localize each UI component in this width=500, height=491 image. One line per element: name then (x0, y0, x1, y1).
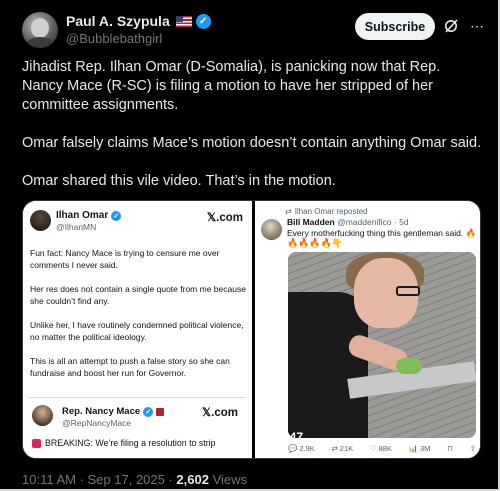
grok-icon[interactable] (443, 18, 459, 34)
media-image-left[interactable]: Ilhan Omar ✓ @IlhanMN 𝕏.com Fun fact: Na… (23, 201, 252, 458)
quoted-post: Rep. Nancy Mace ✓ @RepNancyMace 𝕏.com BR… (29, 397, 246, 448)
reply-count: 💬 2.9K (288, 444, 315, 453)
tweet-paragraph: Jihadist Rep. Ilhan Omar (D-Somalia), is… (22, 59, 441, 113)
madden-name-row: Bill Madden @maddenifico · 5d (287, 217, 409, 227)
share-icon: ⇧ (469, 444, 476, 453)
x-com-logo: 𝕏.com (206, 212, 243, 224)
verified-badge-icon: ✓ (143, 406, 154, 417)
tweet-media[interactable]: Ilhan Omar ✓ @IlhanMN 𝕏.com Fun fact: Na… (22, 200, 481, 459)
omar-name-row: Ilhan Omar ✓ (56, 210, 122, 221)
omar-post-text: Fun fact: Nancy Mace is trying to censur… (30, 247, 246, 391)
repost-indicator: ⇄ Ilhan Omar reposted (285, 207, 368, 216)
more-options-icon[interactable]: ⋯ (469, 18, 485, 34)
repost-icon: ⇄ (285, 207, 292, 216)
author-name[interactable]: Paul A. Szypula (66, 13, 170, 29)
madden-action-bar: 💬 2.9K ⇄ 21K ♡ 88K 📊 3M ⊓ ⇧ (288, 444, 476, 453)
omar-avatar (30, 210, 51, 231)
avatar-head (31, 18, 49, 38)
author-handle[interactable]: @Bubblebathgirl (66, 31, 162, 46)
tweet-timestamp[interactable]: 10:11 AM · Sep 17, 2025 · (22, 472, 176, 487)
omar-paragraph: Unlike her, I have routinely condemned p… (30, 320, 244, 342)
author-name-row[interactable]: Paul A. Szypula ✓ (66, 13, 211, 29)
mace-handle: @RepNancyMace (62, 418, 132, 428)
avatar-body (26, 37, 54, 48)
us-flag-icon (175, 15, 192, 27)
like-count: ♡ 88K (369, 444, 392, 453)
omar-paragraph: Fun fact: Nancy Mace is trying to censur… (30, 248, 220, 270)
video-play-overlay[interactable]: 2:47 (264, 430, 303, 444)
tweet-body: Jihadist Rep. Ilhan Omar (D-Somalia), is… (22, 58, 482, 210)
bookmark-icon: ⊓ (447, 444, 453, 453)
views-label: Views (208, 472, 248, 487)
video-player[interactable] (288, 252, 476, 438)
mace-name-row: Rep. Nancy Mace ✓ (62, 406, 165, 417)
video-frame-person (288, 292, 368, 438)
omar-paragraph: This is all an attempt to push a false s… (30, 356, 230, 378)
fire-emojis: 🔥🔥🔥🔥👇 (287, 238, 344, 248)
verified-badge-icon: ✓ (111, 210, 122, 221)
repost-label: Ilhan Omar reposted (294, 207, 368, 216)
mace-name: Rep. Nancy Mace (62, 406, 141, 417)
omar-name: Ilhan Omar (56, 210, 109, 221)
madden-name: Bill Madden (287, 217, 335, 227)
mace-text: BREAKING: We’re filing a resolution to s… (45, 438, 216, 448)
madden-handle: @maddenifico · 5d (337, 217, 409, 227)
views-count: 2,602 (176, 472, 209, 487)
video-frame-glove (396, 358, 422, 374)
affiliation-badge-icon (156, 407, 165, 416)
tweet-meta: 10:11 AM · Sep 17, 2025 · 2,602 Views (22, 472, 247, 487)
siren-icon (32, 438, 41, 448)
author-avatar[interactable] (22, 12, 58, 48)
madden-avatar (261, 219, 282, 240)
play-icon[interactable] (264, 431, 273, 443)
tweet-paragraph: Omar falsely claims Mace’s motion doesn’… (22, 135, 482, 151)
repost-count: ⇄ 21K (331, 444, 354, 453)
media-image-right[interactable]: ⇄ Ilhan Omar reposted Bill Madden @madde… (255, 201, 480, 458)
subscribe-button[interactable]: Subscribe (355, 13, 435, 40)
verified-badge-icon: ✓ (195, 13, 211, 29)
mace-post-text: BREAKING: We’re filing a resolution to s… (32, 438, 215, 448)
video-frame-glasses (396, 286, 420, 296)
x-com-logo: 𝕏.com (201, 407, 238, 419)
omar-paragraph: Her res does not contain a single quote … (30, 284, 246, 306)
mace-avatar (32, 405, 53, 426)
omar-handle: @IlhanMN (56, 222, 97, 232)
tweet-paragraph: Omar shared this vile video. That’s in t… (22, 173, 336, 189)
video-duration: 2:47 (279, 430, 304, 444)
view-count: 📊 3M (408, 444, 431, 453)
